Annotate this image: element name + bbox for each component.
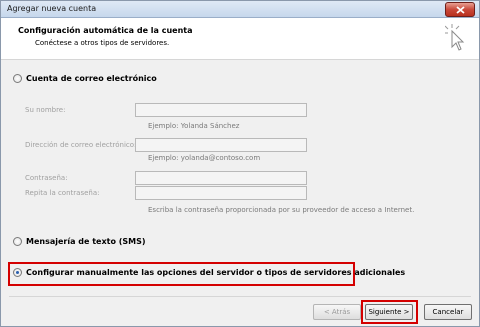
password-field[interactable] bbox=[135, 171, 307, 185]
dialog-window: Agregar nueva cuenta Configuración autom… bbox=[0, 0, 480, 327]
email-label: Dirección de correo electrónico: bbox=[25, 141, 137, 149]
wizard-cursor-icon bbox=[445, 24, 465, 51]
name-label: Su nombre: bbox=[25, 106, 66, 114]
name-field[interactable] bbox=[135, 103, 307, 117]
option-sms-label: Mensajería de texto (SMS) bbox=[26, 237, 146, 246]
footer-divider bbox=[9, 296, 471, 297]
radio-email-account[interactable] bbox=[13, 74, 22, 83]
close-icon bbox=[455, 5, 465, 14]
repeat-password-label: Repita la contraseña: bbox=[25, 189, 100, 197]
repeat-password-field[interactable] bbox=[135, 186, 307, 200]
back-button[interactable]: < Atrás bbox=[313, 304, 361, 320]
name-hint: Ejemplo: Yolanda Sánchez bbox=[148, 122, 240, 130]
option-manual-label: Configurar manualmente las opciones del … bbox=[26, 268, 406, 277]
header-subtitle: Conéctese a otros tipos de servidores. bbox=[35, 39, 170, 47]
close-button[interactable] bbox=[445, 2, 475, 17]
email-hint: Ejemplo: yolanda@contoso.com bbox=[148, 154, 261, 162]
radio-sms[interactable] bbox=[13, 237, 22, 246]
next-button[interactable]: Siguiente > bbox=[365, 304, 413, 320]
option-manual-setup[interactable]: Configurar manualmente las opciones del … bbox=[13, 268, 405, 277]
password-label: Contraseña: bbox=[25, 174, 68, 182]
option-email-label: Cuenta de correo electrónico bbox=[26, 74, 157, 83]
window-title: Agregar nueva cuenta bbox=[7, 4, 97, 13]
option-email-account[interactable]: Cuenta de correo electrónico bbox=[13, 74, 157, 83]
option-sms[interactable]: Mensajería de texto (SMS) bbox=[13, 237, 146, 246]
password-hint: Escriba la contraseña proporcionada por … bbox=[148, 206, 415, 214]
radio-manual-setup[interactable] bbox=[13, 268, 22, 277]
title-bar: Agregar nueva cuenta bbox=[1, 1, 479, 18]
header-title: Configuración automática de la cuenta bbox=[18, 26, 193, 35]
email-field[interactable] bbox=[135, 138, 307, 152]
cancel-button[interactable]: Cancelar bbox=[424, 304, 472, 320]
dialog-header: Configuración automática de la cuenta Co… bbox=[1, 18, 479, 60]
